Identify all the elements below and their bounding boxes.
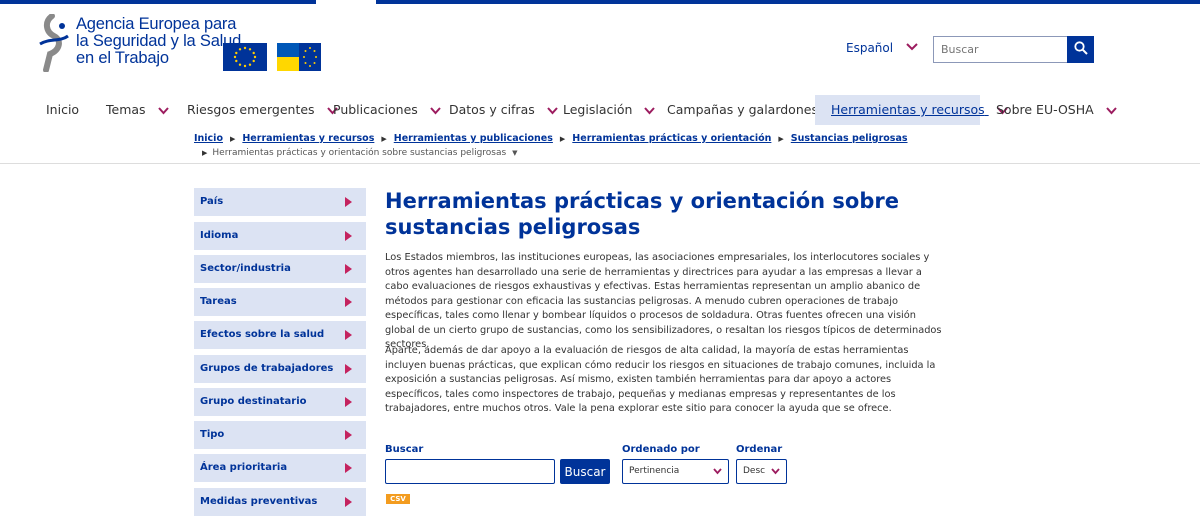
caret-down-icon: ▼ <box>512 149 518 157</box>
breadcrumb-link-sustancias-peligrosas[interactable]: Sustancias peligrosas <box>791 133 908 144</box>
nav-item-publicaciones[interactable]: Publicaciones <box>333 95 441 125</box>
logo-line-2: la Seguridad y la Salud <box>76 32 242 50</box>
nav-item-riesgos-emergentes[interactable]: Riesgos emergentes <box>187 95 338 125</box>
filter-efectos-salud[interactable]: Efectos sobre la salud <box>194 321 366 349</box>
filter-label: País <box>200 196 224 207</box>
nav-item-label: Publicaciones <box>333 102 418 117</box>
tool-search-input[interactable] <box>385 459 555 484</box>
language-selector[interactable]: Español <box>846 41 893 55</box>
search-field-label: Buscar <box>385 444 424 455</box>
logo-mark-icon <box>39 14 69 72</box>
filter-grupo-destinatario[interactable]: Grupo destinatario <box>194 388 366 416</box>
filter-label: Tareas <box>200 296 237 307</box>
sort-select[interactable]: Pertinencia <box>622 459 729 484</box>
filter-label: Idioma <box>200 230 239 241</box>
nav-item-legislacion[interactable]: Legislación <box>563 95 656 125</box>
nav-item-label: Inicio <box>46 102 80 117</box>
caret-right-icon <box>345 197 352 207</box>
chevron-down-icon <box>644 106 656 114</box>
nav-item-label: Herramientas y recursos <box>831 102 985 117</box>
nav-item-label: Datos y cifras <box>449 102 535 117</box>
breadcrumb-current-label: Herramientas prácticas y orientación sob… <box>212 148 507 158</box>
filter-label: Grupos de trabajadores <box>200 363 334 374</box>
filter-label: Área prioritaria <box>200 462 288 473</box>
caret-right-icon <box>345 297 352 307</box>
filter-label: Sector/industria <box>200 263 291 274</box>
chevron-down-icon <box>1105 106 1117 114</box>
filter-label: Grupo destinatario <box>200 396 307 407</box>
top-accent-gap <box>316 0 376 4</box>
agency-logo[interactable]: Agencia Europea para la Seguridad y la S… <box>36 14 241 74</box>
site-search-input[interactable] <box>933 36 1068 63</box>
chevron-right-icon: ▶ <box>559 135 566 143</box>
chevron-down-icon <box>771 468 780 475</box>
sort-select-value: Pertinencia <box>629 466 680 476</box>
chevron-down-icon[interactable] <box>906 42 918 52</box>
nav-item-label: Temas <box>106 102 146 117</box>
header-divider <box>0 163 1200 164</box>
caret-right-icon <box>345 364 352 374</box>
order-field-label: Ordenar <box>736 444 783 455</box>
nav-item-herramientas-y-recursos[interactable]: Herramientas y recursos <box>815 95 1008 125</box>
breadcrumb-link-inicio[interactable]: Inicio <box>194 133 223 144</box>
filter-idioma[interactable]: Idioma <box>194 222 366 250</box>
logo-line-1: Agencia Europea para <box>76 15 237 33</box>
site-search-button[interactable] <box>1067 36 1094 63</box>
chevron-down-icon <box>713 468 722 475</box>
nav-item-sobre-eu-osha[interactable]: Sobre EU-OSHA <box>996 95 1117 125</box>
logo-line-3: en el Trabajo <box>76 49 169 67</box>
filter-label: Medidas preventivas <box>200 496 318 507</box>
filter-pais[interactable]: País <box>194 188 366 216</box>
filter-label: Tipo <box>200 429 225 440</box>
order-select[interactable]: Desc <box>736 459 787 484</box>
nav-item-label: Campañas y galardones <box>667 102 818 117</box>
ukraine-flag-icon <box>277 43 321 71</box>
intro-paragraph-2: Aparte, además de dar apoyo a la evaluac… <box>385 345 936 414</box>
nav-item-label: Sobre EU-OSHA <box>996 102 1094 117</box>
filter-grupos-trabajadores[interactable]: Grupos de trabajadores <box>194 355 366 383</box>
caret-right-icon <box>345 330 352 340</box>
filter-label: Efectos sobre la salud <box>200 329 325 340</box>
chevron-down-icon <box>157 106 169 114</box>
breadcrumb: Inicio ▶ Herramientas y recursos ▶ Herramien… <box>194 133 908 144</box>
chevron-right-icon: ▶ <box>778 135 784 143</box>
filter-medidas-preventivas[interactable]: Medidas preventivas <box>194 488 366 516</box>
caret-right-icon <box>345 264 352 274</box>
page-title: Herramientas prácticas y orientación sob… <box>385 189 899 239</box>
caret-right-icon <box>345 231 352 241</box>
nav-item-temas[interactable]: Temas <box>106 95 169 125</box>
chevron-right-icon: ▶ <box>202 149 208 157</box>
nav-item-label: Riesgos emergentes <box>187 102 315 117</box>
caret-right-icon <box>345 497 352 507</box>
filter-tareas[interactable]: Tareas <box>194 288 366 316</box>
breadcrumb-link-herramientas-practicas[interactable]: Herramientas prácticas y orientación <box>572 133 771 144</box>
caret-right-icon <box>345 430 352 440</box>
eu-flag-icon <box>223 43 267 71</box>
breadcrumb-current[interactable]: ▶ Herramientas prácticas y orientación so… <box>202 148 517 158</box>
main-nav: Inicio Temas Riesgos emergentes Publicac… <box>0 95 1200 125</box>
breadcrumb-link-herramientas-y-recursos[interactable]: Herramientas y recursos <box>242 133 374 144</box>
nav-item-inicio[interactable]: Inicio <box>46 95 79 125</box>
filter-sector-industria[interactable]: Sector/industria <box>194 255 366 283</box>
filter-tipo[interactable]: Tipo <box>194 421 366 449</box>
breadcrumb-link-herramientas-y-publicaciones[interactable]: Herramientas y publicaciones <box>394 133 553 144</box>
nav-item-label: Legislación <box>563 102 633 117</box>
chevron-right-icon: ▶ <box>229 135 236 143</box>
chevron-right-icon: ▶ <box>381 135 387 143</box>
sort-field-label: Ordenado por <box>622 444 700 455</box>
caret-right-icon <box>345 463 352 473</box>
order-select-value: Desc <box>743 466 766 476</box>
logo-text: Agencia Europea para la Seguridad y la S… <box>76 16 241 67</box>
tool-search-button[interactable]: Buscar <box>560 459 610 484</box>
search-icon <box>1073 41 1088 55</box>
caret-right-icon <box>345 397 352 407</box>
chevron-down-icon <box>546 106 558 114</box>
nav-item-datos-y-cifras[interactable]: Datos y cifras <box>449 95 558 125</box>
filter-area-prioritaria[interactable]: Área prioritaria <box>194 454 366 482</box>
top-accent-bar <box>0 0 1200 4</box>
csv-export-button[interactable]: CSV <box>386 494 410 504</box>
chevron-down-icon <box>430 106 441 114</box>
intro-paragraph-1: Los Estados miembros, las instituciones … <box>385 252 942 350</box>
